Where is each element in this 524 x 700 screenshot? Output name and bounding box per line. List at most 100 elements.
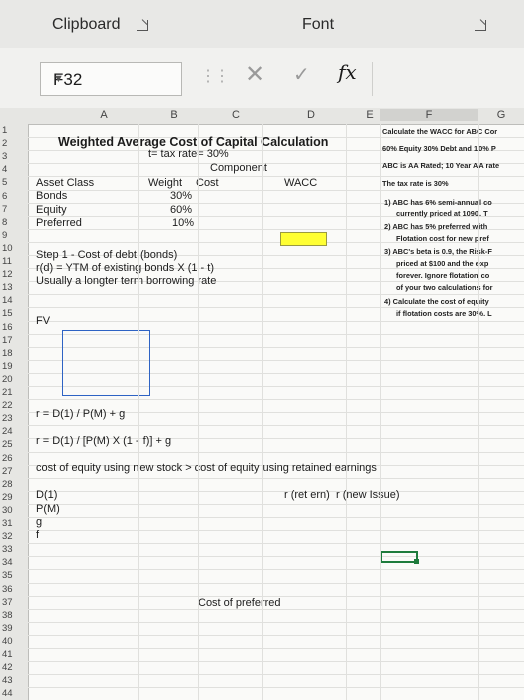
problem-note: forever. Ignore flotation co	[396, 271, 490, 280]
cancel-icon[interactable]: ✕	[245, 60, 265, 89]
row-header[interactable]: 9	[2, 230, 7, 241]
problem-note: The tax rate is 30%	[382, 179, 449, 188]
cost-of-preferred-label: Cost of preferred	[198, 597, 281, 609]
component-header: Component	[210, 162, 267, 174]
row-header[interactable]: 44	[2, 688, 13, 699]
gridline-row	[28, 634, 524, 636]
fill-handle[interactable]	[414, 559, 419, 564]
step1-label: Step 1 - Cost of debt (bonds)	[36, 249, 178, 261]
row-header[interactable]: 41	[2, 649, 13, 660]
column-header-f[interactable]: F	[380, 109, 478, 121]
clipboard-launcher-icon[interactable]	[137, 20, 148, 31]
row-header[interactable]: 5	[2, 177, 7, 188]
row-header[interactable]: 38	[2, 610, 13, 621]
chevron-down-icon[interactable]: ▼	[53, 73, 175, 85]
cost-of-debt-formula: r(d) = YTM of existing bonds X (1 - t)	[36, 262, 214, 274]
row-header[interactable]: 17	[2, 335, 13, 346]
row-header[interactable]: 31	[2, 518, 13, 529]
input-range-box[interactable]	[62, 330, 150, 396]
gridline-row	[28, 320, 524, 322]
problem-note: ABC is AA Rated; 10 Year AA rate	[382, 161, 500, 170]
row-header[interactable]: 40	[2, 636, 13, 647]
row-header[interactable]: 8	[2, 217, 7, 228]
enter-icon[interactable]: ✓	[293, 62, 310, 87]
problem-note: priced at $100 and the exp	[396, 259, 489, 268]
row-header[interactable]: 6	[2, 191, 7, 202]
row-header[interactable]: 27	[2, 466, 13, 477]
cost-header: Cost	[196, 177, 219, 189]
row-header[interactable]: 37	[2, 597, 13, 608]
row-header[interactable]: 4	[2, 164, 7, 175]
problem-note: 2) ABC has 5% preferred with	[384, 222, 488, 231]
bonds-weight: 30%	[170, 190, 193, 202]
row-headers: 1 2 3 4 5 6 7 8 9 10 11 12 13 14 15 16 17 18 19 20 21 22 23 24 2…	[0, 124, 29, 700]
worksheet[interactable]: A B C D E F G 1 2 3 4 5 6 7 8 9 10 11 12 13 14 15 16 17 1…	[0, 108, 524, 700]
row-header[interactable]: 23	[2, 413, 13, 424]
gridline-row	[28, 517, 524, 518]
preferred-weight: 10%	[172, 217, 195, 229]
row-header[interactable]: 22	[2, 400, 13, 411]
asset-class-header: Asset Class	[36, 177, 95, 189]
gridline-row	[28, 648, 524, 649]
font-launcher-icon[interactable]	[475, 20, 486, 31]
row-header[interactable]: 28	[2, 479, 13, 490]
row-header[interactable]: 18	[2, 348, 13, 359]
gridline-column	[138, 124, 139, 700]
tax-rate-label: t= tax rate= 30%	[148, 148, 229, 160]
f-label: f	[36, 529, 40, 541]
column-header-a[interactable]: A	[98, 109, 110, 121]
row-header[interactable]: 20	[2, 374, 13, 385]
row-header[interactable]: 13	[2, 282, 13, 293]
row-header[interactable]: 16	[2, 322, 13, 333]
row-header[interactable]: 15	[2, 308, 13, 319]
row-header[interactable]: 19	[2, 361, 13, 372]
gridline-row	[28, 687, 524, 689]
pm-label: P(M)	[36, 503, 60, 515]
gridline-row	[28, 425, 524, 427]
row-header[interactable]: 24	[2, 426, 13, 437]
row-header[interactable]: 43	[2, 675, 13, 686]
row-header[interactable]: 2	[2, 138, 7, 149]
row-header[interactable]: 10	[2, 243, 13, 254]
wacc-result-cell[interactable]	[280, 232, 327, 246]
row-header[interactable]: 25	[2, 439, 13, 450]
row-header[interactable]: 1	[2, 125, 7, 136]
column-header-g[interactable]: G	[478, 109, 524, 121]
row-header[interactable]: 32	[2, 531, 13, 542]
row-header[interactable]: 33	[2, 544, 13, 555]
row-header[interactable]: 34	[2, 557, 13, 568]
row-header[interactable]: 29	[2, 492, 13, 503]
row-header[interactable]: 35	[2, 570, 13, 581]
resize-handle-icon[interactable]: ⋮⋮	[200, 66, 230, 86]
row-header[interactable]: 14	[2, 295, 13, 306]
row-header[interactable]: 42	[2, 662, 13, 673]
row-header[interactable]: 3	[2, 151, 7, 162]
equity-formula-1: r = D(1) / P(M) + g	[36, 408, 126, 420]
column-header-b[interactable]: B	[168, 109, 180, 121]
row-header[interactable]: 39	[2, 623, 13, 634]
gridline-row	[28, 451, 524, 453]
gridline-row	[28, 582, 524, 584]
gridline-column	[262, 124, 263, 700]
name-box[interactable]: F32 ▼	[40, 62, 182, 96]
column-header-e[interactable]: E	[364, 109, 376, 121]
gridline-row	[28, 399, 524, 401]
row-header[interactable]: 26	[2, 453, 13, 464]
gridline-row	[28, 490, 524, 492]
row-header[interactable]: 21	[2, 387, 13, 398]
row-header[interactable]: 7	[2, 204, 7, 215]
row-header[interactable]: 36	[2, 584, 13, 595]
gridline-column	[478, 124, 479, 700]
row-header[interactable]: 12	[2, 269, 13, 280]
insert-function-icon[interactable]: fx	[338, 60, 357, 84]
row-header[interactable]: 11	[2, 256, 12, 267]
row-header[interactable]: 30	[2, 505, 13, 516]
fv-label: FV	[36, 315, 51, 327]
problem-note: Calculate the WACC for ABC Cor	[382, 127, 498, 136]
gridline-row	[28, 556, 524, 558]
gridline-row	[28, 674, 524, 676]
problem-note: 4) Calculate the cost of equity	[384, 297, 489, 306]
column-header-d[interactable]: D	[305, 109, 317, 121]
column-header-c[interactable]: C	[230, 109, 242, 121]
active-cell-f32[interactable]	[380, 551, 418, 563]
